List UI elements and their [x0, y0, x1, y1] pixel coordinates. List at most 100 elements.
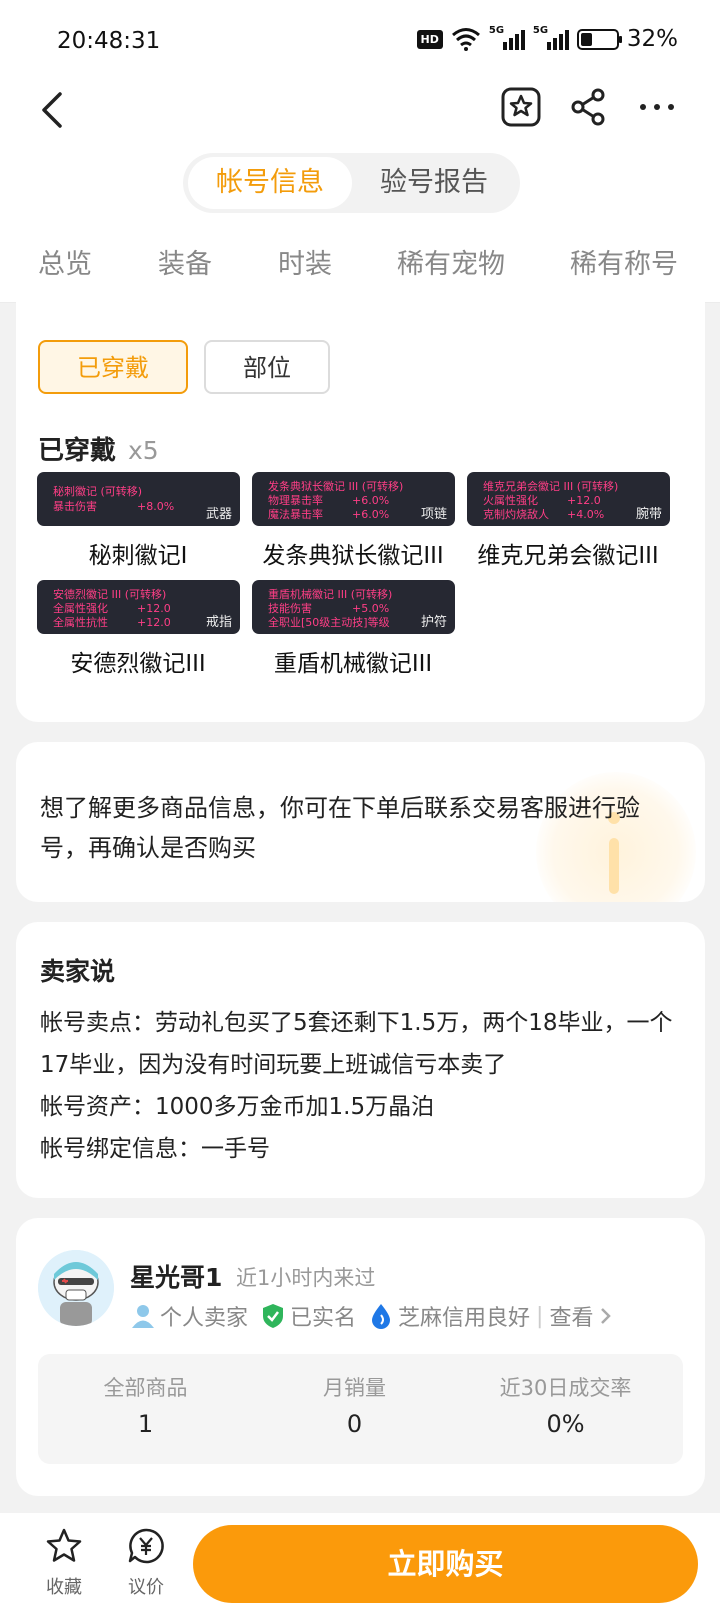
- equipment-badge-5[interactable]: 重盾机械徽记 III (可转移) 技能伤害 +5.0% 全职业[50级主动技]等…: [252, 580, 455, 634]
- stat-30day-rate: 近30日成交率 0%: [458, 1372, 673, 1438]
- yen-bubble-icon: [128, 1528, 164, 1564]
- badge-slot: 武器: [205, 507, 232, 522]
- seller-profile-card: 星光哥1 近1小时内来过 个人卖家 已实名 芝麻信用良好 | 查看 全部商品 1…: [16, 1218, 705, 1496]
- battery-percent: 32%: [626, 26, 678, 52]
- worn-count: x5: [128, 436, 159, 465]
- filter-slot-button[interactable]: 部位: [204, 340, 330, 394]
- info-report-toggle: 帐号信息 验号报告: [183, 153, 520, 213]
- person-icon: [132, 1305, 154, 1328]
- seller-says-title: 卖家说: [40, 957, 116, 986]
- status-icons: HD 5G 5G 32%: [416, 25, 678, 52]
- tab-rare-titles[interactable]: 稀有称号: [570, 242, 678, 281]
- favorite-label: 收藏: [46, 1577, 82, 1598]
- view-seller-link[interactable]: 查看: [549, 1300, 593, 1332]
- signal-5g-label-1: 5G: [488, 25, 505, 36]
- badge-line: 重盾机械徽记 III (可转移): [268, 588, 393, 601]
- buy-now-button[interactable]: 立即购买: [193, 1525, 698, 1603]
- stat-label: 近30日成交率: [499, 1376, 632, 1400]
- equipment-badge-4[interactable]: 安德烈徽记 III (可转移) 全属性强化 +12.0 全属性抗性 +12.0 …: [37, 580, 240, 634]
- avatar[interactable]: [38, 1250, 114, 1326]
- badge-line: 物理暴击率: [268, 494, 323, 507]
- tab-inspection-report[interactable]: 验号报告: [353, 157, 515, 209]
- equipment-badge-1[interactable]: 秘刺徽记 (可转移) 暴击伤害 +8.0% 武器: [37, 472, 240, 526]
- badge-value: +5.0%: [352, 602, 390, 615]
- stat-label: 全部商品: [103, 1376, 188, 1400]
- stat-all-products[interactable]: 全部商品 1: [38, 1372, 253, 1438]
- negotiate-label: 议价: [128, 1577, 164, 1598]
- favorite-button[interactable]: 收藏: [34, 1527, 94, 1599]
- seller-name: 星光哥1: [130, 1263, 223, 1292]
- back-icon[interactable]: [36, 90, 72, 130]
- equipment-card: 已穿戴 部位 已穿戴 x5 秘刺徽记 (可转移) 暴击伤害 +8.0% 武器 秘刺…: [16, 290, 705, 722]
- badge-line: 发条典狱长徽记 III (可转移): [268, 480, 404, 493]
- badge-line: 魔法暴击率: [268, 508, 323, 521]
- stat-value: 0: [346, 1410, 363, 1438]
- seller-stats: 全部商品 1 月销量 0 近30日成交率 0%: [38, 1354, 683, 1464]
- badge-value: +8.0%: [137, 500, 175, 513]
- badge-value: +6.0%: [352, 494, 390, 507]
- equipment-name: 发条典狱长徽记III: [262, 543, 444, 569]
- seller-verified: 已实名: [290, 1306, 357, 1331]
- seller-tags: 个人卖家 已实名 芝麻信用良好 | 查看: [130, 1300, 613, 1332]
- badge-line: 全属性强化: [53, 602, 108, 615]
- stat-monthly-sales: 月销量 0: [247, 1372, 462, 1438]
- assets-text: 帐号资产：1000多万金币加1.5万晶泊: [40, 1094, 435, 1120]
- badge-value: +12.0: [137, 616, 171, 629]
- filter-worn-button[interactable]: 已穿戴: [38, 340, 188, 394]
- badge-line: 全属性抗性: [53, 616, 108, 629]
- tab-equipment[interactable]: 装备: [158, 242, 212, 281]
- equipment-name: 安德烈徽记III: [70, 651, 206, 677]
- notice-card: 想了解更多商品信息，你可在下单后联系交易客服进行验号，再确认是否购买: [16, 742, 705, 902]
- badge-slot: 腕带: [635, 507, 662, 522]
- bottom-action-bar: 收藏 议价 立即购买: [0, 1513, 720, 1610]
- badge-slot: 护符: [420, 615, 447, 630]
- badge-line: 技能伤害: [268, 602, 312, 615]
- status-bar: 20:48:31 HD 5G 5G 32%: [0, 0, 720, 86]
- status-time: 20:48:31: [57, 28, 161, 54]
- badge-value: +12.0: [137, 602, 171, 615]
- favorite-star-icon[interactable]: [498, 84, 544, 130]
- equipment-badge-2[interactable]: 发条典狱长徽记 III (可转移) 物理暴击率 +6.0% 魔法暴击率 +6.0…: [252, 472, 455, 526]
- category-tabs: 总览 装备 时装 稀有宠物 稀有称号: [0, 242, 720, 282]
- tab-overview[interactable]: 总览: [38, 242, 92, 281]
- tab-rare-pets[interactable]: 稀有宠物: [397, 242, 505, 281]
- star-icon: [46, 1528, 82, 1562]
- stat-value: 0%: [546, 1410, 585, 1438]
- more-icon[interactable]: [634, 84, 680, 130]
- badge-line: 全职业[50级主动技]等级: [268, 616, 390, 629]
- credit-drop-icon: [372, 1304, 391, 1329]
- battery-icon: [576, 28, 622, 50]
- tab-fashion[interactable]: 时装: [278, 242, 332, 281]
- seller-type: 个人卖家: [160, 1306, 249, 1331]
- seller-credit: 芝麻信用良好: [398, 1306, 531, 1331]
- hd-voice-icon: HD: [416, 29, 443, 49]
- tab-account-info[interactable]: 帐号信息: [188, 157, 352, 209]
- equipment-name: 维克兄弟会徽记III: [477, 543, 659, 569]
- badge-line: 维克兄弟会徽记 III (可转移): [483, 480, 619, 493]
- negotiate-button[interactable]: 议价: [116, 1527, 176, 1599]
- equipment-name: 秘刺徽记I: [88, 543, 188, 569]
- seller-says-card: 卖家说 帐号卖点：劳动礼包买了5套还剩下1.5万，两个18毕业，一个17毕业，因…: [16, 922, 705, 1198]
- badge-line: 秘刺徽记 (可转移): [53, 485, 143, 498]
- signal-5g-icon-1: 5G: [488, 25, 525, 50]
- badge-value: +6.0%: [352, 508, 390, 521]
- seller-active-time: 近1小时内来过: [236, 1266, 376, 1290]
- badge-line: 暴击伤害: [53, 500, 97, 513]
- chevron-right-icon[interactable]: [599, 1306, 613, 1326]
- equipment-name: 重盾机械徽记III: [273, 651, 433, 677]
- share-icon[interactable]: [566, 84, 612, 130]
- equipment-badge-3[interactable]: 维克兄弟会徽记 III (可转移) 火属性强化 +12.0 克制灼烧敌人 +4.…: [467, 472, 670, 526]
- badge-line: 克制灼烧敌人: [483, 508, 549, 521]
- worn-section-title: 已穿戴 x5: [38, 430, 159, 467]
- binding-text: 帐号绑定信息：一手号: [40, 1136, 270, 1162]
- badge-line: 火属性强化: [483, 494, 538, 507]
- separator: |: [536, 1303, 544, 1329]
- stat-label: 月销量: [323, 1376, 386, 1400]
- wifi-icon: [451, 28, 480, 51]
- badge-slot: 项链: [420, 507, 447, 522]
- selling-point-text: 帐号卖点：劳动礼包买了5套还剩下1.5万，两个18毕业，一个17毕业，因为没有时…: [40, 1010, 673, 1078]
- badge-value: +12.0: [567, 494, 601, 507]
- verified-shield-icon: [263, 1304, 284, 1328]
- notice-text: 想了解更多商品信息，你可在下单后联系交易客服进行验号，再确认是否购买: [40, 794, 640, 862]
- badge-value: +4.0%: [567, 508, 605, 521]
